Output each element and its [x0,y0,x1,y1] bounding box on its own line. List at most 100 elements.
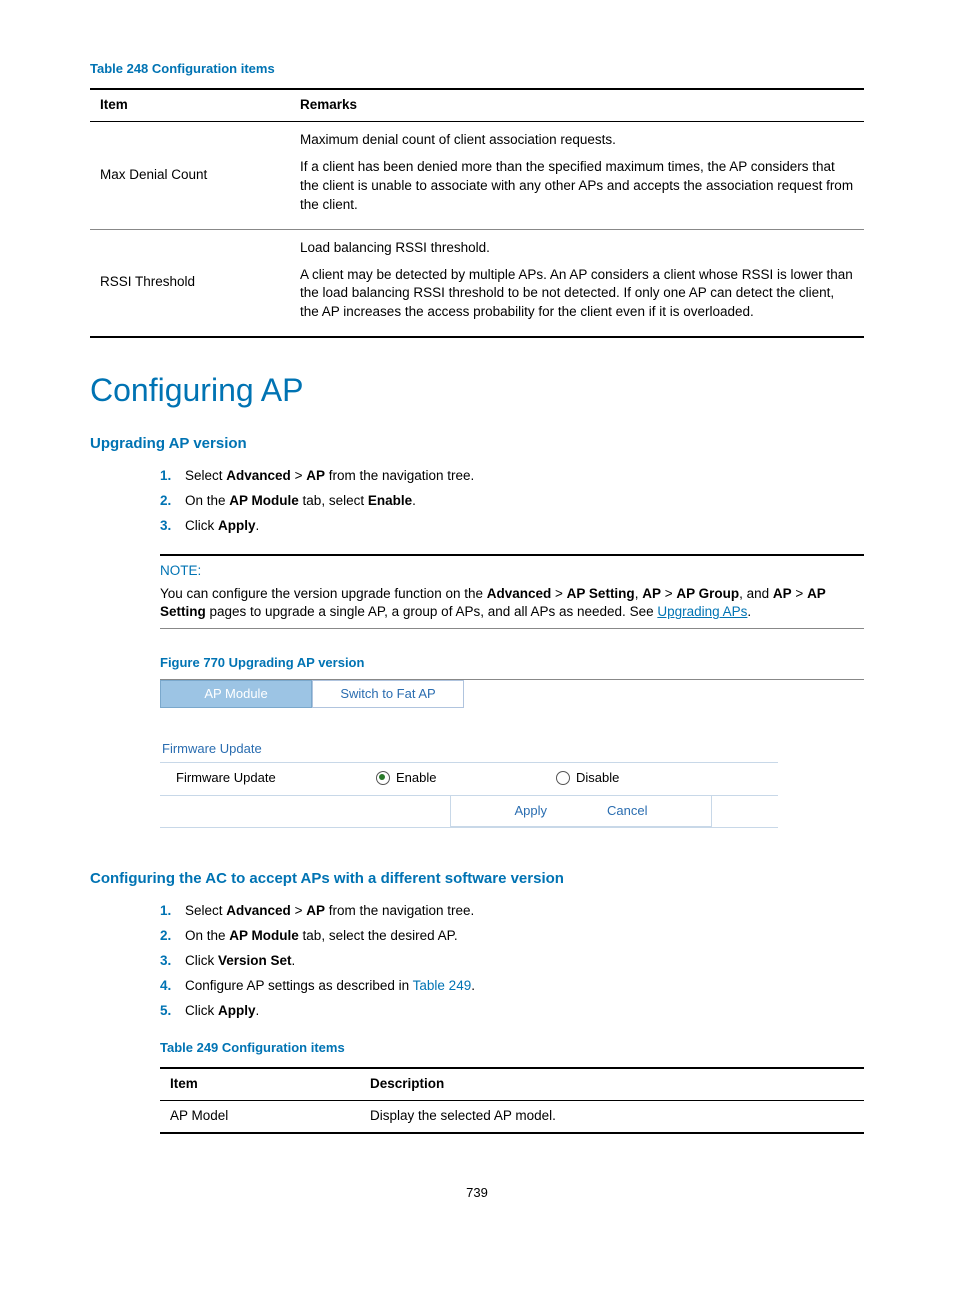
step-1: Select Advanced > AP from the navigation… [185,464,864,489]
note-block: NOTE: You can configure the version upgr… [160,562,864,623]
remark-p2: If a client has been denied more than th… [300,158,854,215]
t: Configure AP settings as described in [185,978,413,993]
table248: Item Remarks Max Denial Count Maximum de… [90,88,864,338]
accepting-title: Configuring the AC to accept APs with a … [90,868,864,889]
cancel-button[interactable]: Cancel [607,802,647,820]
page-number: 739 [90,1184,864,1202]
remark-p1: Load balancing RSSI threshold. [300,239,854,258]
step-3: Click Apply. [185,514,864,539]
apply-button[interactable]: Apply [515,802,548,820]
t: > [291,468,306,483]
firmware-update-row: Firmware Update Enable Disable [160,763,778,796]
note-body: You can configure the version upgrade fu… [160,585,864,623]
t: You can configure the version upgrade fu… [160,586,487,601]
table248-caption: Table 248 Configuration items [90,60,864,78]
step-4: Configure AP settings as described in Ta… [185,974,864,999]
t: . [412,493,416,508]
t: pages to upgrade a single AP, a group of… [206,604,658,619]
b: AP Module [229,493,299,508]
b: Advanced [487,586,552,601]
b: Advanced [226,468,291,483]
radio-enable-icon[interactable] [376,771,390,785]
disable-label: Disable [576,769,619,787]
b: Version Set [218,953,292,968]
cell-item: AP Model [160,1100,370,1132]
t: Click [185,953,218,968]
remark-p1: Maximum denial count of client associati… [300,131,854,150]
b: AP [306,468,325,483]
t: > [551,586,566,601]
table-row: RSSI Threshold Load balancing RSSI thres… [90,229,864,337]
t: tab, select the desired AP. [299,928,458,943]
accepting-steps: Select Advanced > AP from the navigation… [90,899,864,1023]
step-2: On the AP Module tab, select the desired… [185,924,864,949]
t: Select [185,468,226,483]
b: AP [306,903,325,918]
t: > [661,586,676,601]
page-title: Configuring AP [90,368,864,413]
t: from the navigation tree. [325,468,474,483]
enable-option[interactable]: Enable [376,769,556,787]
t: . [747,604,751,619]
th-item: Item [90,89,300,121]
remark-p2: A client may be detected by multiple APs… [300,266,854,323]
table249-caption: Table 249 Configuration items [160,1039,864,1057]
t: . [256,1003,260,1018]
figure770-ui: AP Module Switch to Fat AP Firmware Upda… [160,680,778,829]
table249-link[interactable]: Table 249 [413,978,472,993]
firmware-update-label: Firmware Update [160,769,376,787]
b: AP Module [229,928,299,943]
cell-item: Max Denial Count [90,122,300,230]
table-row: AP Model Display the selected AP model. [160,1100,864,1132]
step-3: Click Version Set. [185,949,864,974]
table249: Item Description AP Model Display the se… [160,1067,864,1134]
note-rule-top [160,554,864,556]
b: AP [642,586,661,601]
tab-switch-fat-ap[interactable]: Switch to Fat AP [312,680,464,708]
tabs: AP Module Switch to Fat AP [160,680,778,708]
b: Apply [218,1003,256,1018]
t: . [256,518,260,533]
t: from the navigation tree. [325,903,474,918]
upgrading-aps-link[interactable]: Upgrading APs [657,604,747,619]
t: , and [739,586,773,601]
step-1: Select Advanced > AP from the navigation… [185,899,864,924]
figure770-caption: Figure 770 Upgrading AP version [160,654,864,679]
firmware-update-group: Firmware Update [160,736,778,763]
note-label: NOTE: [160,562,864,581]
b: AP [773,586,792,601]
b: AP Setting [567,586,635,601]
t: Select [185,903,226,918]
t: tab, select [299,493,368,508]
tab-ap-module[interactable]: AP Module [160,680,312,708]
th-remarks: Remarks [300,89,864,121]
t: On the [185,493,229,508]
t: Click [185,518,218,533]
upgrading-steps: Select Advanced > AP from the navigation… [90,464,864,539]
buttons-row: Apply Cancel [450,796,712,827]
b: Enable [368,493,412,508]
step-5: Click Apply. [185,999,864,1024]
th-desc: Description [370,1068,864,1100]
th-item: Item [160,1068,370,1100]
disable-option[interactable]: Disable [556,769,736,787]
cell-remarks: Maximum denial count of client associati… [300,122,864,230]
cell-remarks: Load balancing RSSI threshold. A client … [300,229,864,337]
t: > [291,903,306,918]
t: . [471,978,475,993]
enable-label: Enable [396,769,436,787]
step-2: On the AP Module tab, select Enable. [185,489,864,514]
cell-desc: Display the selected AP model. [370,1100,864,1132]
note-rule-bottom [160,628,864,629]
t: . [292,953,296,968]
cell-item: RSSI Threshold [90,229,300,337]
t: Click [185,1003,218,1018]
upgrading-title: Upgrading AP version [90,433,864,454]
b: Apply [218,518,256,533]
table-row: Max Denial Count Maximum denial count of… [90,122,864,230]
b: AP Group [676,586,739,601]
t: On the [185,928,229,943]
radio-disable-icon[interactable] [556,771,570,785]
t: > [792,586,807,601]
b: Advanced [226,903,291,918]
